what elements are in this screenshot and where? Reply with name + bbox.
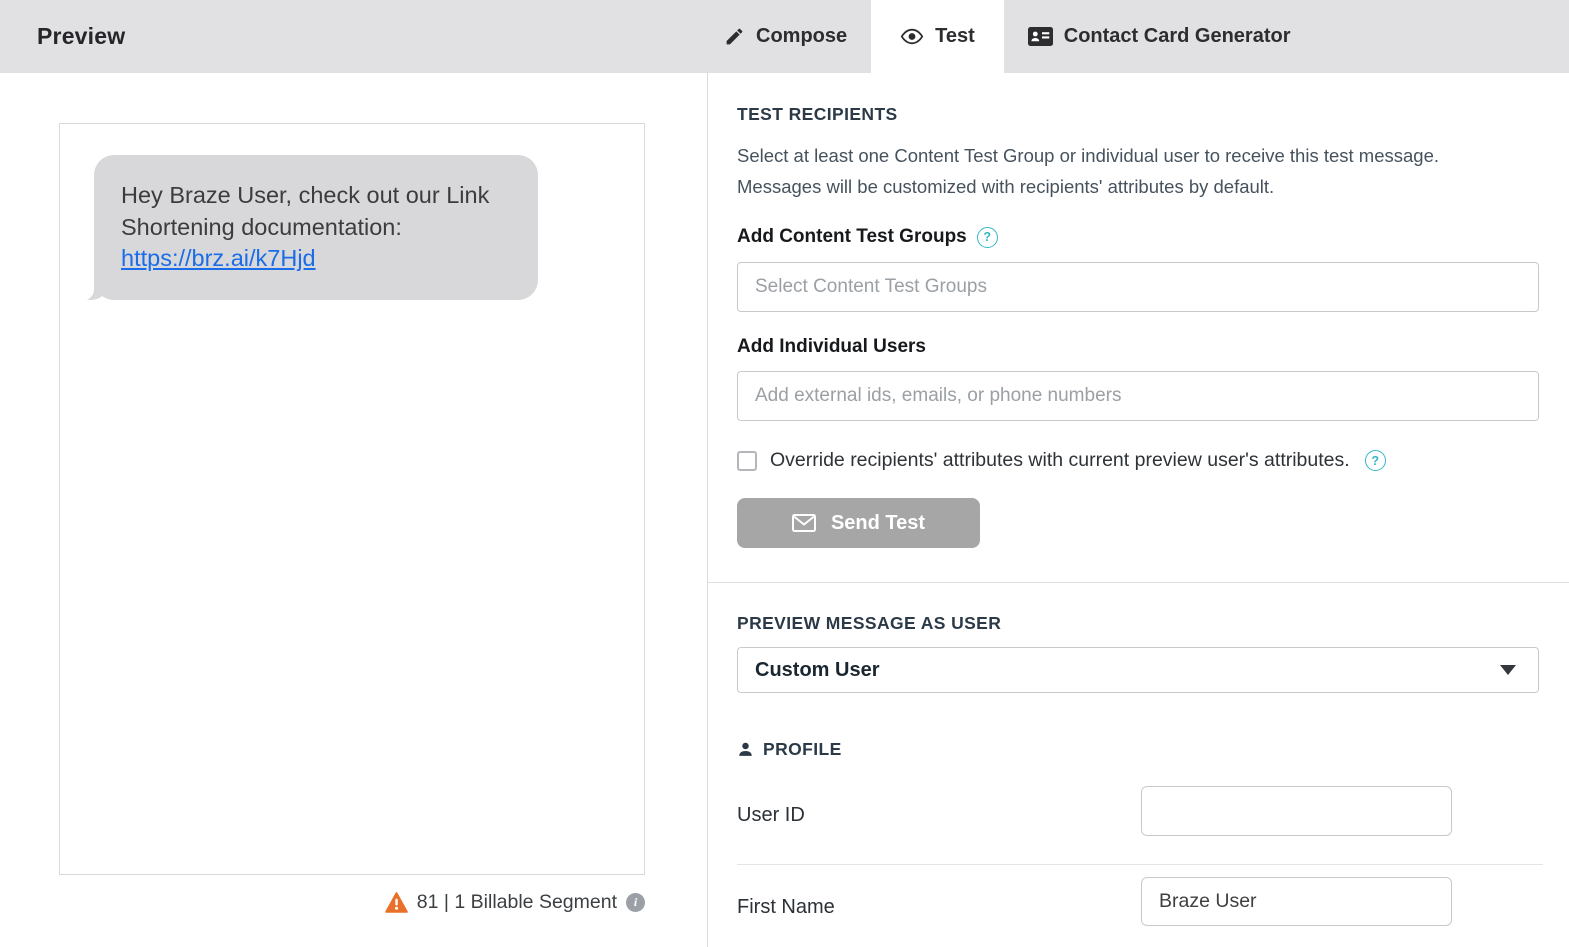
sms-message-bubble: Hey Braze User, check out our Link Short…: [94, 155, 538, 300]
individual-users-input[interactable]: [737, 371, 1539, 421]
send-test-label: Send Test: [831, 512, 925, 535]
preview-user-select[interactable]: Custom User: [737, 647, 1539, 693]
content-test-groups-label-row: Add Content Test Groups ?: [737, 226, 998, 248]
individual-users-label-row: Add Individual Users: [737, 336, 926, 358]
test-recipients-heading: TEST RECIPIENTS: [737, 104, 898, 125]
person-icon: [737, 741, 754, 758]
user-id-input[interactable]: [1141, 786, 1452, 836]
test-recipients-description: Select at least one Content Test Group o…: [737, 140, 1477, 202]
preview-as-user-heading: PREVIEW MESSAGE AS USER: [737, 613, 1001, 634]
content-test-groups-input[interactable]: [737, 262, 1539, 312]
billable-segment-text: 81 | 1 Billable Segment: [417, 891, 617, 914]
chevron-down-icon: [1500, 665, 1516, 675]
profile-heading: PROFILE: [763, 739, 842, 760]
section-divider: [707, 582, 1569, 583]
preview-test-screen: Preview Compose Test Contact Card Genera…: [0, 0, 1569, 947]
override-attributes-row: Override recipients' attributes with cur…: [737, 449, 1386, 472]
envelope-icon: [792, 514, 816, 532]
send-test-button[interactable]: Send Test: [737, 498, 980, 548]
question-mark-icon[interactable]: ?: [977, 227, 998, 248]
warning-triangle-icon: [385, 892, 408, 913]
page-title: Preview: [37, 0, 125, 73]
info-icon[interactable]: i: [626, 893, 645, 912]
profile-row-divider: [737, 864, 1543, 865]
question-mark-icon[interactable]: ?: [1365, 450, 1386, 471]
override-attributes-checkbox[interactable]: [737, 451, 757, 471]
selected-user-option: Custom User: [755, 659, 879, 682]
first-name-input[interactable]: [1141, 877, 1452, 926]
content-test-groups-label: Add Content Test Groups: [737, 226, 967, 248]
user-id-label: User ID: [737, 804, 805, 827]
billable-segment-row: 81 | 1 Billable Segment i: [59, 891, 645, 914]
individual-users-label: Add Individual Users: [737, 336, 926, 358]
sms-preview-frame: Hey Braze User, check out our Link Short…: [59, 123, 645, 875]
first-name-label: First Name: [737, 896, 835, 919]
test-panel: TEST RECIPIENTS Select at least one Cont…: [737, 0, 1541, 947]
profile-heading-row: PROFILE: [737, 739, 842, 760]
sms-message-text: Hey Braze User, check out our Link Short…: [121, 182, 489, 240]
override-attributes-label: Override recipients' attributes with cur…: [770, 449, 1350, 472]
sms-message-link[interactable]: https://brz.ai/k7Hjd: [121, 245, 316, 271]
panel-divider: [707, 73, 708, 947]
